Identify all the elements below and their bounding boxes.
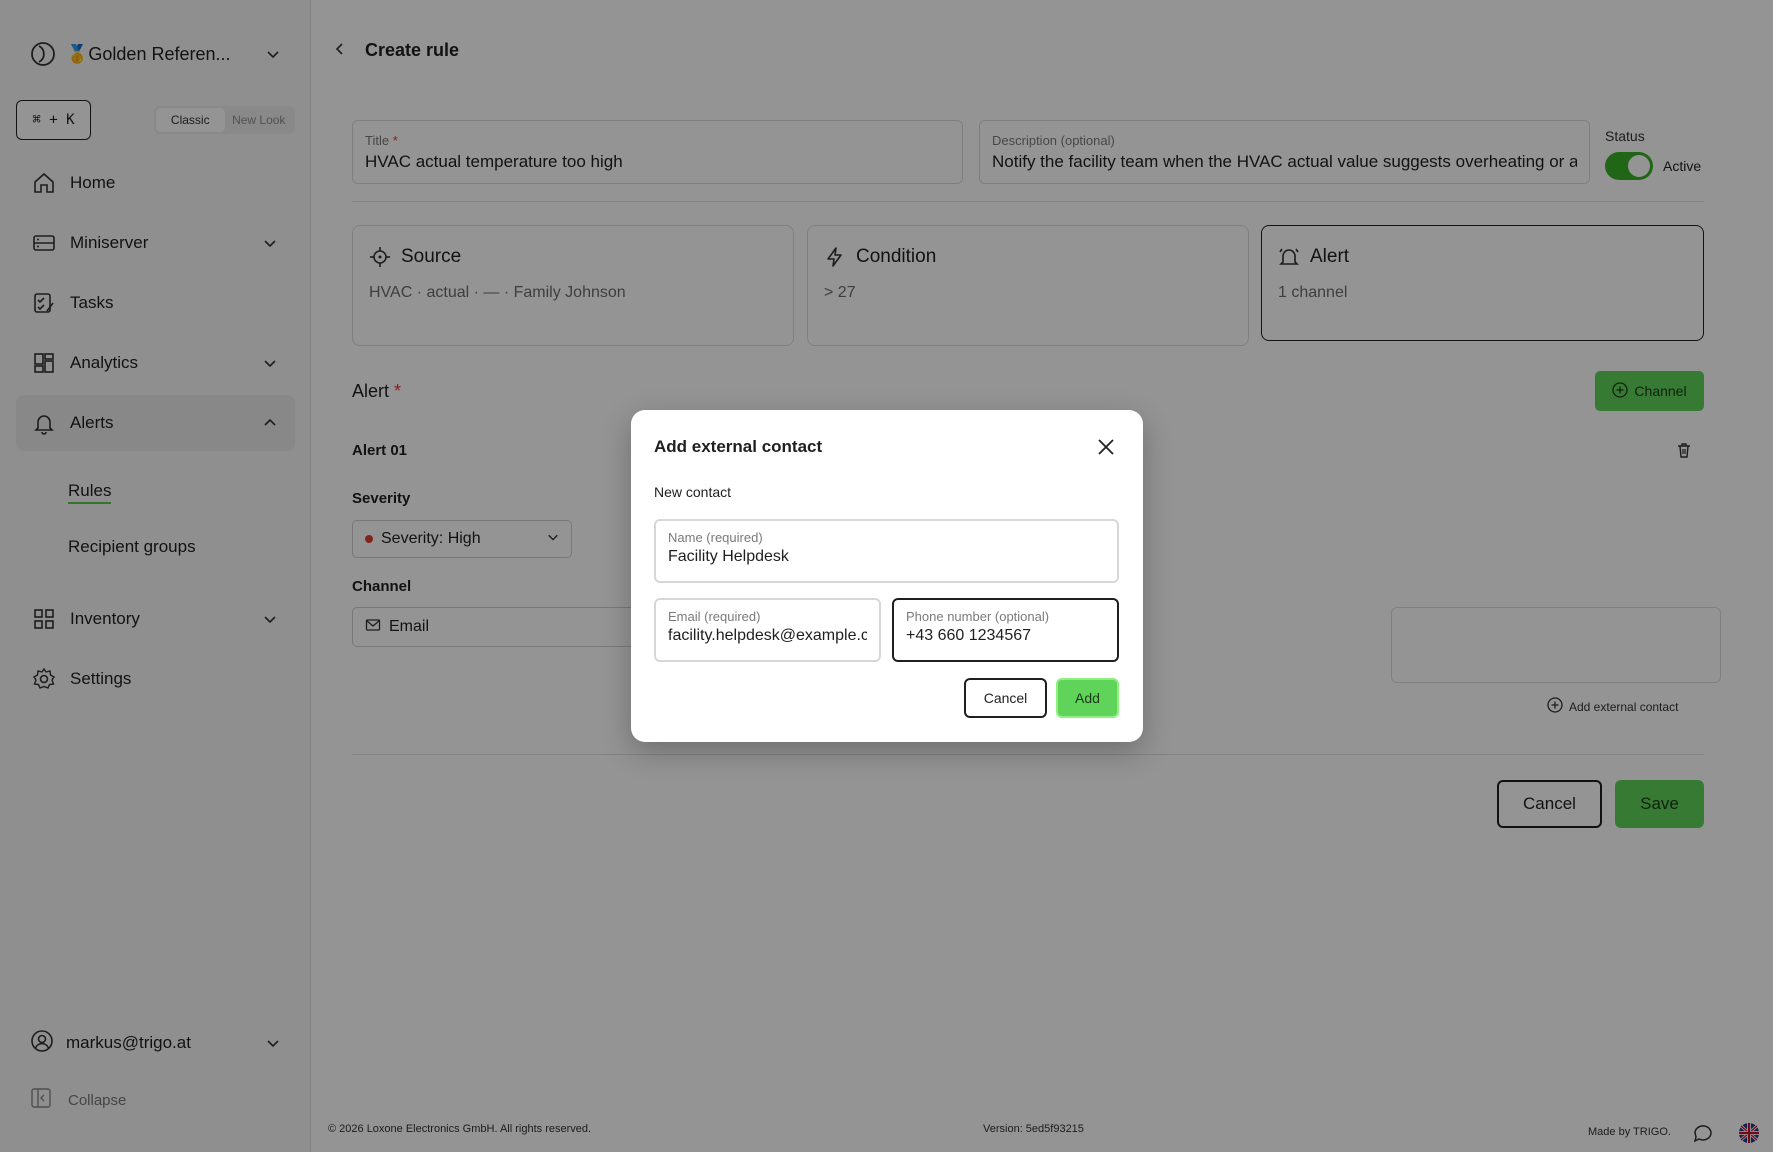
- email-field[interactable]: Email (required) facility.helpdesk@examp…: [654, 598, 881, 662]
- phone-field-label: Phone number (optional): [906, 609, 1050, 624]
- add-external-contact-dialog: Add external contact New contact Name (r…: [631, 410, 1143, 742]
- modal-subtitle: New contact: [654, 484, 732, 500]
- phone-field[interactable]: Phone number (optional) +43 660 1234567: [892, 598, 1119, 662]
- modal-title: Add external contact: [654, 437, 823, 456]
- name-field-value: Facility Helpdesk: [668, 548, 789, 565]
- name-field[interactable]: Name (required) Facility Helpdesk: [654, 519, 1119, 583]
- phone-field-value: +43 660 1234567: [906, 627, 1032, 644]
- close-icon[interactable]: [1095, 436, 1117, 458]
- modal-add-button[interactable]: Add: [1056, 678, 1119, 718]
- email-field-value: facility.helpdesk@example.com: [668, 627, 867, 644]
- name-field-label: Name (required): [668, 530, 763, 545]
- modal-cancel-button[interactable]: Cancel: [964, 678, 1047, 718]
- email-field-label: Email (required): [668, 609, 761, 624]
